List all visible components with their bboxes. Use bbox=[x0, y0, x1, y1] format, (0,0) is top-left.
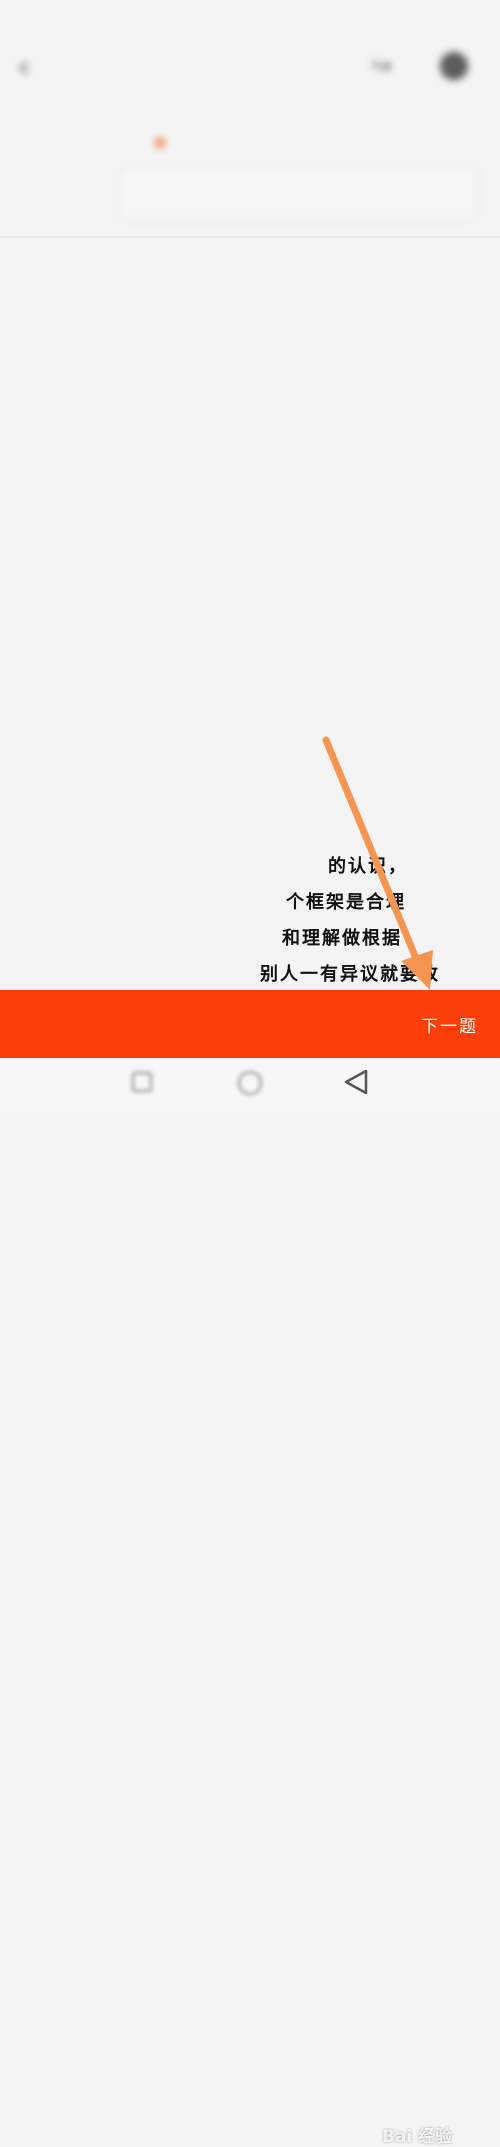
watermark: Bai 经验 bbox=[382, 2127, 453, 2147]
bottom-action-bar: 下一题 bbox=[0, 990, 500, 1058]
share-icon[interactable]: ↪ bbox=[372, 52, 392, 80]
back-icon[interactable]: ‹ bbox=[18, 50, 29, 83]
article-text-fragment: 别人一有异议就要改 bbox=[260, 964, 440, 985]
recents-icon[interactable] bbox=[132, 1072, 152, 1092]
score-input[interactable] bbox=[118, 166, 478, 220]
article-text-fragment: 的认识， bbox=[328, 856, 408, 877]
article-paragraph bbox=[22, 522, 470, 798]
article-text-fragment: 和理解做根据 bbox=[282, 928, 402, 949]
top-nav: ‹ ↪ ⋯ bbox=[0, 36, 500, 100]
score-area bbox=[0, 106, 500, 236]
article-paragraph bbox=[22, 304, 470, 494]
home-icon[interactable] bbox=[238, 1071, 262, 1095]
system-nav-bar: Bai 经验 bbox=[0, 1058, 500, 2147]
next-question-button[interactable]: 下一题 bbox=[421, 1012, 478, 1037]
more-icon[interactable]: ⋯ bbox=[440, 52, 468, 80]
divider bbox=[0, 236, 500, 238]
status-bar bbox=[0, 0, 500, 34]
article-body: 的认识， 个框架是合理 和理解做根据 别人一有异议就要改 bbox=[0, 240, 500, 990]
score-indicator-dot bbox=[155, 138, 165, 148]
article-text-fragment: 个框架是合理 bbox=[286, 892, 406, 913]
back-nav-icon[interactable] bbox=[340, 1062, 370, 1102]
